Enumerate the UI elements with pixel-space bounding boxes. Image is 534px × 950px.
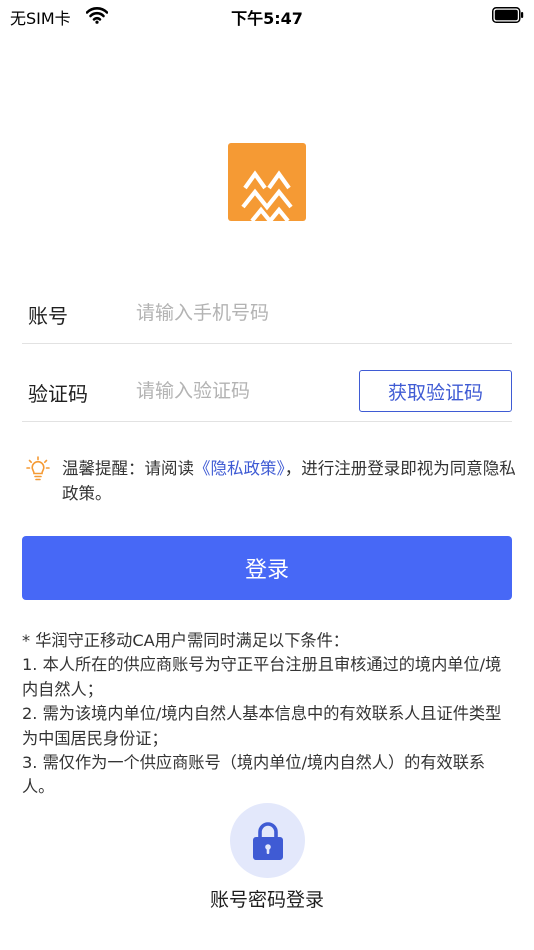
tip-prefix: 温馨提醒：请阅读	[62, 459, 194, 478]
app-logo	[228, 143, 306, 221]
notes-item: 1. 本人所在的供应商账号为守正平台注册且审核通过的境内单位/境内自然人；	[22, 655, 502, 699]
lightbulb-icon	[26, 456, 50, 481]
password-login-button[interactable]	[230, 803, 305, 878]
verification-code-input[interactable]	[136, 374, 356, 408]
status-time: 下午5:47	[231, 9, 303, 28]
login-button[interactable]: 登录	[22, 536, 512, 600]
privacy-policy-link[interactable]: 《隐私政策》	[194, 459, 285, 478]
tip-text: 温馨提醒：请阅读《隐私政策》，进行注册登录即视为同意隐私政策。	[62, 456, 520, 506]
phone-input[interactable]	[136, 296, 356, 330]
status-bar: 无SIM卡 下午5:47	[0, 0, 534, 32]
get-code-button[interactable]: 获取验证码	[359, 370, 512, 412]
login-screen: 无SIM卡 下午5:47 账号 验证码 获取验证码	[0, 0, 534, 950]
battery-icon	[492, 7, 524, 23]
code-row: 验证码 获取验证码	[22, 362, 512, 422]
notes-heading: * 华润守正移动CA用户需同时满足以下条件：	[22, 631, 349, 650]
conditions-notes: * 华润守正移动CA用户需同时满足以下条件： 1. 本人所在的供应商账号为守正平…	[22, 629, 516, 800]
account-label: 账号	[28, 304, 68, 328]
notes-item: 3. 需仅作为一个供应商账号（境内单位/境内自然人）的有效联系人。	[22, 753, 486, 797]
account-row: 账号	[22, 284, 512, 344]
code-label: 验证码	[28, 382, 88, 406]
notes-item: 2. 需为该境内单位/境内自然人基本信息中的有效联系人且证件类型为中国居民身份证…	[22, 704, 502, 748]
lock-icon	[252, 821, 283, 860]
password-login-label[interactable]: 账号密码登录	[0, 885, 534, 912]
